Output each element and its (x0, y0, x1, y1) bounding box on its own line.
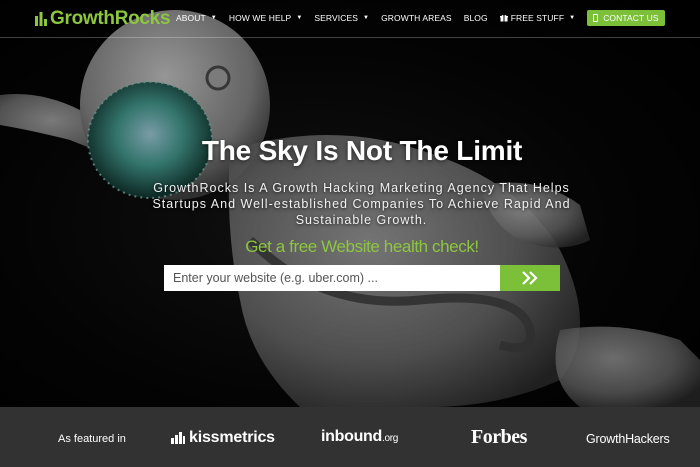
inbound-org-logo: inbound.org (321, 428, 398, 446)
kissmetrics-logo: kissmetrics (171, 429, 275, 447)
top-nav: GrowthRocks ABOUT ▼ HOW WE HELP ▼ SERVIC… (0, 0, 700, 38)
main-menu: ABOUT ▼ HOW WE HELP ▼ SERVICES ▼ GROWTH … (176, 0, 665, 36)
nav-item-label: SERVICES (314, 13, 359, 23)
website-check-form (164, 265, 560, 291)
inbound-text: inbound (321, 428, 382, 445)
caret-down-icon: ▼ (296, 15, 303, 21)
contact-us-button[interactable]: CONTACT US (587, 10, 665, 26)
double-chevron-right-icon (522, 271, 538, 285)
nav-item-label: ABOUT (176, 13, 206, 23)
website-url-input[interactable] (164, 265, 500, 291)
inbound-org-suffix: .org (382, 433, 399, 444)
bar-chart-icon (171, 432, 185, 444)
logo-mark-icon (35, 12, 47, 26)
nav-item-growth-areas[interactable]: GROWTH AREAS (381, 13, 452, 23)
nav-item-free-stuff[interactable]: FREE STUFF ▼ (499, 13, 576, 23)
contact-us-label: CONTACT US (603, 13, 659, 23)
forbes-logo: Forbes (471, 426, 527, 448)
featured-in-bar: As featured in kissmetrics inbound.org F… (0, 407, 700, 467)
gift-icon (499, 14, 508, 22)
nav-item-about[interactable]: ABOUT ▼ (176, 13, 217, 23)
nav-item-label: HOW WE HELP (228, 13, 292, 23)
caret-down-icon: ▼ (363, 15, 370, 21)
health-check-cta: Get a free Website health check! (245, 237, 479, 256)
kissmetrics-text: kissmetrics (189, 429, 275, 446)
featured-in-label: As featured in (58, 433, 126, 445)
caret-down-icon: ▼ (210, 15, 217, 21)
hero-section: GrowthRocks ABOUT ▼ HOW WE HELP ▼ SERVIC… (0, 0, 700, 407)
growthrocks-logo[interactable]: GrowthRocks (35, 8, 171, 30)
nav-item-services[interactable]: SERVICES ▼ (314, 13, 369, 23)
nav-item-label: FREE STUFF (510, 13, 565, 23)
nav-item-label: GROWTH AREAS (381, 13, 452, 23)
caret-down-icon: ▼ (569, 15, 576, 21)
nav-item-blog[interactable]: BLOG (464, 13, 488, 23)
submit-button[interactable] (500, 265, 560, 291)
growthhackers-logo: GrowthHackers (586, 432, 670, 446)
phone-icon (593, 14, 599, 22)
nav-item-label: BLOG (463, 13, 488, 23)
nav-item-how-we-help[interactable]: HOW WE HELP ▼ (229, 13, 303, 23)
hero-headline: The Sky Is Not The Limit (201, 135, 523, 166)
hero-subtext: GrowthRocks Is A Growth Hacking Marketin… (152, 181, 571, 227)
logo-text: GrowthRocks (50, 8, 171, 29)
